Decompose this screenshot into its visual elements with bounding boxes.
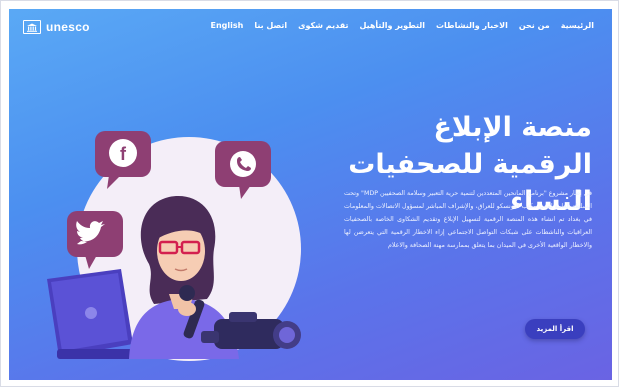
unesco-logo[interactable]: unesco — [23, 19, 90, 35]
screenshot-frame: unesco الرئيسية من نحن الاخبار والنشاطات… — [0, 0, 619, 387]
nav-item-complaint[interactable]: تقديم شكوى — [298, 21, 348, 30]
hero-section: unesco الرئيسية من نحن الاخبار والنشاطات… — [9, 9, 612, 380]
nav-item-development[interactable]: التطوير والتأهيل — [359, 21, 425, 30]
logo-text: unesco — [46, 20, 90, 34]
nav-item-english[interactable]: English — [211, 21, 244, 30]
nav-item-news[interactable]: الاخبار والنشاطات — [436, 21, 508, 30]
nav-item-contact[interactable]: اتصل بنا — [254, 21, 287, 30]
nav-item-home[interactable]: الرئيسية — [561, 21, 594, 30]
whatsapp-icon — [230, 151, 256, 177]
journalist-illustration: f — [47, 131, 301, 361]
nav-item-about[interactable]: من نحن — [519, 21, 550, 30]
hero-description: في إطار مشروع "برنامج المانحين المتعددين… — [344, 190, 592, 250]
read-more-button[interactable]: اقرأ المزيد — [525, 319, 585, 339]
unesco-temple-icon — [23, 20, 41, 34]
main-nav: الرئيسية من نحن الاخبار والنشاطات التطوي… — [211, 21, 595, 30]
top-navigation-bar: unesco الرئيسية من نحن الاخبار والنشاطات… — [9, 9, 612, 43]
svg-text:f: f — [120, 144, 127, 164]
